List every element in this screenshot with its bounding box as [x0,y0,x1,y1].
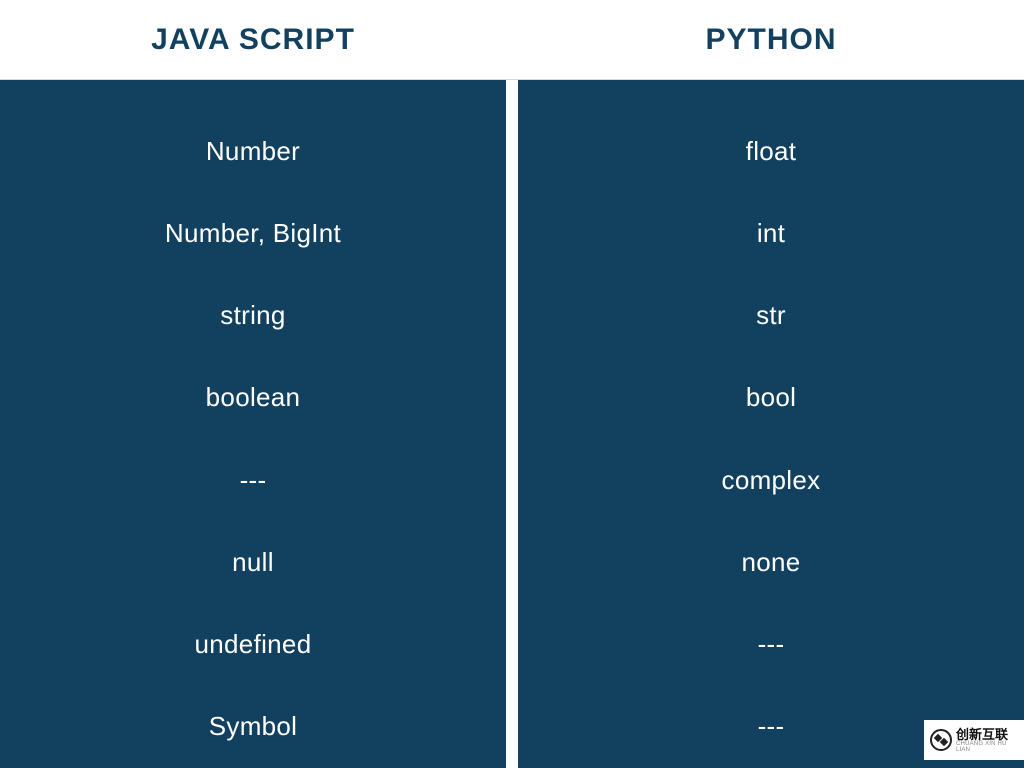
column-python: float int str bool complex none --- --- [518,80,1024,768]
watermark-text-en: CHUANG XIN HU LIAN [956,741,1018,753]
table-cell: none [518,521,1024,603]
table-cell: int [518,192,1024,274]
table-header: JAVA SCRIPT PYTHON [0,0,1024,80]
table-cell: complex [518,439,1024,521]
table-cell: --- [0,439,506,521]
watermark-logo-icon [930,729,952,751]
header-python: PYTHON [518,0,1024,79]
column-javascript: Number Number, BigInt string boolean ---… [0,80,506,768]
table-body: Number Number, BigInt string boolean ---… [0,80,1024,768]
table-cell: undefined [0,604,506,686]
table-cell: float [518,110,1024,192]
table-cell: str [518,275,1024,357]
table-cell: Symbol [0,686,506,768]
table-cell: bool [518,357,1024,439]
table-cell: boolean [0,357,506,439]
table-cell: Number [0,110,506,192]
watermark: 创新互联 CHUANG XIN HU LIAN [924,720,1024,760]
table-cell: null [0,521,506,603]
table-cell: Number, BigInt [0,192,506,274]
table-cell: --- [518,604,1024,686]
watermark-text: 创新互联 CHUANG XIN HU LIAN [956,728,1018,753]
table-cell: string [0,275,506,357]
header-javascript: JAVA SCRIPT [0,0,506,79]
watermark-text-cn: 创新互联 [956,728,1018,741]
